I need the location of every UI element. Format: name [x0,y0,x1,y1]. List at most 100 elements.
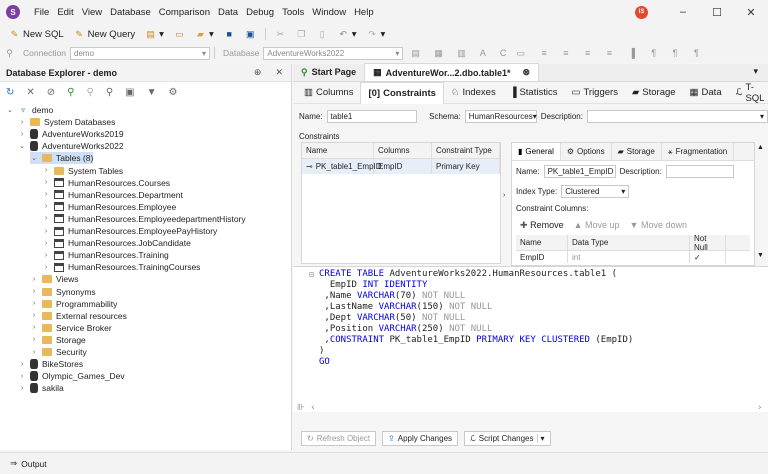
chevron-right-icon[interactable]: › [42,179,50,186]
chevron-right-icon[interactable]: › [30,349,38,356]
tab-columns[interactable]: ▥ Columns [297,82,360,104]
menu-edit[interactable]: Edit [53,7,77,18]
tree-item[interactable]: › HumanResources.TrainingCourses [42,261,201,273]
user-avatar[interactable]: IS [635,5,648,19]
chevron-down-icon[interactable]: ⌄ [6,106,14,114]
tree-item[interactable]: ⌄ Tables (8) [30,152,94,165]
tab-storage-prop[interactable]: ▰ Storage [612,143,662,160]
tab-tsql[interactable]: ℒ T-SQL [729,82,768,104]
refresh-icon[interactable]: ↻ [6,87,14,98]
schema-select[interactable]: HumanResources ▾ [464,109,537,123]
chevron-right-icon[interactable]: › [42,240,50,247]
menu-data[interactable]: Data [214,7,242,18]
folder-button[interactable]: ▰ ▾ [190,29,219,40]
chevron-right-icon[interactable]: › [30,312,38,319]
chevron-right-icon[interactable]: › [30,276,38,283]
tab-constraints[interactable]: [0] Constraints [360,81,444,104]
tree-item[interactable]: › BikeStores [18,358,83,370]
tree-item[interactable]: › HumanResources.Training [42,249,169,261]
move-down-button[interactable]: ▼ Move down [630,220,687,230]
description-input[interactable]: ▾ [586,109,768,123]
tree-item[interactable]: ⌄ AdventureWorks2022 [18,140,124,152]
chevron-right-icon[interactable]: › [42,203,50,210]
move-up-button[interactable]: ▲ Move up [574,220,620,230]
chevron-right-icon[interactable]: › [42,167,50,174]
chevron-down-icon[interactable]: ⌄ [18,142,26,150]
cut-button[interactable]: ✂ [270,29,291,40]
undo-button[interactable]: ↶ ▾ [333,29,362,40]
chevron-right-icon[interactable]: › [42,252,50,259]
tree-item[interactable]: › HumanResources.JobCandidate [42,237,191,249]
save-all-button[interactable]: ▣ [240,29,261,40]
save-button[interactable]: ■ [219,29,240,40]
table-name-input[interactable]: table1 [326,109,418,123]
col-header-type[interactable]: Constraint Type [432,143,500,158]
collapse-icon[interactable]: ⊟ [309,270,314,279]
database-select[interactable]: AdventureWorks2022 ▾ [263,46,404,60]
menu-database[interactable]: Database [106,7,155,18]
menu-debug[interactable]: Debug [242,7,278,18]
remove-button[interactable]: ✚ Remove [520,220,564,231]
disconnect-db-icon[interactable]: ⚲ [87,87,94,98]
tab-statistics[interactable]: ▐ Statistics [503,82,565,104]
view-icon[interactable]: ▣ [125,87,134,98]
chevron-right-icon[interactable]: › [18,385,26,392]
paste-button[interactable]: ▯ [312,29,333,40]
constraint-name-input[interactable]: PK_table1_EmpID [543,164,616,178]
tree-item[interactable]: › HumanResources.EmployeePayHistory [42,225,217,237]
new-sql-button[interactable]: ✎ New SQL [4,29,69,40]
menu-file[interactable]: File [30,7,53,18]
tree-item[interactable]: › Views [30,273,79,285]
chevron-right-icon[interactable]: › [30,324,38,331]
tab-fragmentation[interactable]: ⚹ Fragmentation [662,143,735,160]
settings-icon[interactable]: ⚙ [169,87,178,98]
chevron-right-icon[interactable]: › [18,373,26,380]
chevron-right-icon[interactable]: › [30,336,38,343]
tab-options[interactable]: ⚙ Options [561,143,612,160]
sql-editor[interactable]: ⊟ CREATE TABLE AdventureWorks2022.HumanR… [293,266,768,413]
apply-changes-button[interactable]: ⇪ Apply Changes [382,430,459,446]
tree-item[interactable]: › Olympic_Games_Dev [18,370,125,382]
output-bar[interactable]: ⇒ Output [0,452,768,474]
menu-view[interactable]: View [78,7,106,18]
new-object-button[interactable]: ▤ ▾ [140,29,169,40]
refresh-object-button[interactable]: ↻ Refresh Object [301,430,377,446]
tab-general[interactable]: ▮ General [512,143,561,160]
tree-item[interactable]: › System Databases [18,116,116,128]
tree-item[interactable]: › Synonyms [30,286,96,298]
tab-storage[interactable]: ▰ Storage [625,82,683,104]
new-query-button[interactable]: ✎ New Query [69,29,141,40]
not-null-checkbox[interactable]: ✓ [690,251,726,263]
minimize-icon[interactable]: – [666,6,700,18]
chevron-right-icon[interactable]: › [42,215,50,222]
menu-tools[interactable]: Tools [278,7,308,18]
col-header-name[interactable]: Name [302,143,374,158]
tab-data[interactable]: ▦ Data [683,82,729,104]
new-connection-icon[interactable]: ⚲ [67,87,74,98]
chevron-right-icon[interactable]: › [30,288,38,295]
tree-item[interactable]: › Programmability [30,298,118,310]
connect-icon[interactable]: ⚲ [106,87,113,98]
tab-triggers[interactable]: ▭ Triggers [564,82,624,104]
tab-indexes[interactable]: ♘ Indexes [444,82,503,104]
filter-object-icon[interactable]: ⊘ [47,87,55,98]
tree-item[interactable]: ⌄ ♆ demo [6,104,53,116]
tree-item[interactable]: › HumanResources.EmployeedepartmentHistor… [42,213,246,225]
col-header-columns[interactable]: Columns [374,143,432,158]
pin-icon[interactable]: ⊕ [254,67,262,78]
horizontal-scroll-right[interactable]: › [757,403,762,413]
constraint-description-input[interactable] [665,164,734,178]
chevron-down-icon[interactable]: ⌄ [30,154,38,162]
horizontal-scroll-left[interactable]: ⊪ ‹ [297,403,316,413]
script-changes-button[interactable]: ℒ Script Changes ▾ [464,430,551,446]
tree-item[interactable]: › HumanResources.Courses [42,177,170,189]
tab-table1[interactable]: ▦ AdventureWor...2.dbo.table1* ⊗ [364,63,540,81]
chevron-right-icon[interactable]: › [42,228,50,235]
scroll-up-icon[interactable]: ▲ [757,144,764,151]
tree-item[interactable]: › HumanResources.Employee [42,201,176,213]
tree-item[interactable]: › Security [30,346,87,358]
tree-item[interactable]: › AdventureWorks2019 [18,128,124,140]
tree-item[interactable]: › System Tables [42,165,123,177]
chevron-right-icon[interactable]: › [42,264,50,271]
disconnect-icon[interactable]: ✕ [26,87,34,98]
